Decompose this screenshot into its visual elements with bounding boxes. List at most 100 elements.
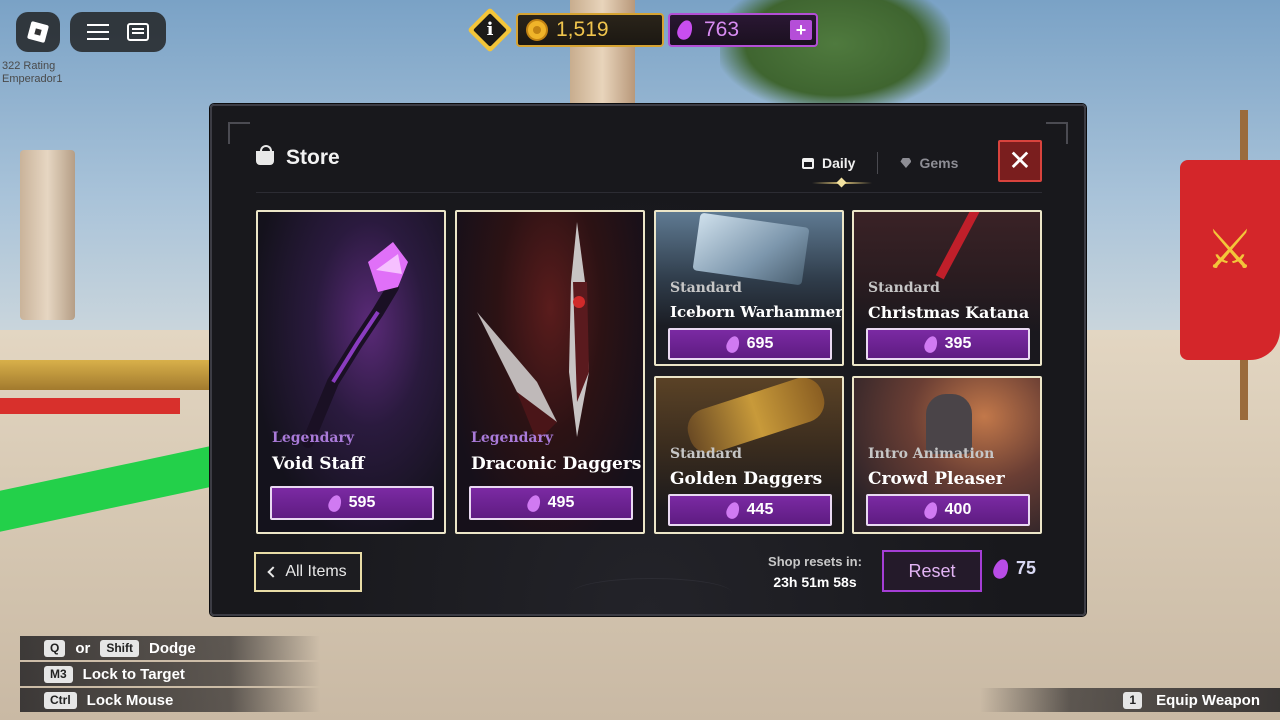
reset-cost-amount: 75 bbox=[1016, 558, 1037, 578]
store-item-christmas-katana[interactable]: Standard Christmas Katana 395 bbox=[852, 210, 1042, 366]
key-badge: 1 bbox=[1123, 691, 1143, 709]
roblox-logo-icon bbox=[26, 20, 50, 44]
gem-balance: 763 + bbox=[668, 13, 818, 47]
item-price: 495 bbox=[547, 494, 575, 511]
store-item-void-staff[interactable]: Legendary Void Staff 595 bbox=[256, 210, 446, 534]
footer-ornament bbox=[572, 578, 732, 608]
key-badge: Shift bbox=[100, 639, 140, 657]
rating-text: 322 Rating bbox=[2, 60, 56, 72]
left-pillar bbox=[20, 150, 75, 320]
coin-amount: 1,519 bbox=[556, 18, 609, 41]
calendar-icon bbox=[802, 157, 814, 169]
basket-icon bbox=[256, 145, 274, 165]
reset-cost: 75 bbox=[991, 556, 1037, 581]
gem-icon bbox=[326, 492, 344, 514]
item-name: Christmas Katana bbox=[868, 303, 1030, 322]
store-item-draconic-daggers[interactable]: Legendary Draconic Daggers 495 bbox=[455, 210, 645, 534]
tab-daily[interactable]: Daily bbox=[792, 152, 872, 184]
hint-lock-target: M3 Lock to Target bbox=[20, 662, 320, 686]
gem-icon bbox=[991, 556, 1011, 581]
item-price: 595 bbox=[348, 494, 376, 511]
gem-icon bbox=[525, 492, 543, 514]
info-icon[interactable]: i bbox=[474, 14, 506, 46]
roblox-menu-button[interactable] bbox=[16, 12, 60, 52]
close-button[interactable]: ✕ bbox=[998, 140, 1042, 182]
key-badge: Q bbox=[44, 639, 66, 657]
item-name: Void Staff bbox=[272, 454, 365, 474]
item-rarity: Intro Animation bbox=[868, 446, 995, 462]
tab-daily-label: Daily bbox=[822, 155, 856, 171]
item-price: 445 bbox=[746, 501, 774, 518]
coin-icon bbox=[526, 19, 548, 41]
all-items-label: All Items bbox=[285, 563, 347, 580]
crowd-pleaser-icon bbox=[926, 394, 972, 454]
buy-button[interactable]: 395 bbox=[866, 328, 1030, 360]
store-item-iceborn-warhammer[interactable]: Standard Iceborn Warhammer 695 bbox=[654, 210, 844, 366]
hint-dodge: Q or Shift Dodge bbox=[20, 636, 320, 660]
hint-action: Lock Mouse bbox=[86, 691, 174, 709]
item-name: Crowd Pleaser bbox=[868, 469, 1005, 489]
item-name: Draconic Daggers bbox=[471, 454, 642, 474]
draconic-daggers-icon bbox=[477, 222, 589, 442]
item-name: Iceborn Warhammer bbox=[670, 303, 844, 321]
hint-equip-weapon: 1 Equip Weapon bbox=[980, 688, 1280, 712]
store-tabs: Daily Gems bbox=[792, 152, 968, 184]
crossed-swords-icon: ⚔ bbox=[1205, 220, 1255, 280]
hint-joiner: or bbox=[75, 639, 91, 657]
item-price: 395 bbox=[944, 335, 972, 352]
hint-action: Lock to Target bbox=[82, 665, 185, 683]
gem-icon bbox=[922, 333, 940, 355]
item-rarity: Standard bbox=[868, 280, 940, 296]
tab-divider bbox=[877, 152, 879, 174]
gem-icon bbox=[675, 18, 695, 42]
coin-balance: 1,519 bbox=[516, 13, 664, 47]
item-art bbox=[457, 212, 643, 532]
gem-icon bbox=[922, 499, 940, 521]
hint-lock-mouse: Ctrl Lock Mouse bbox=[20, 688, 320, 712]
void-staff-icon bbox=[302, 242, 408, 448]
gem-icon bbox=[724, 333, 742, 355]
all-items-button[interactable]: All Items bbox=[254, 552, 362, 592]
item-price: 695 bbox=[746, 335, 774, 352]
buy-button[interactable]: 695 bbox=[668, 328, 832, 360]
shop-reset-label: Shop resets in: bbox=[768, 554, 862, 569]
item-name: Golden Daggers bbox=[670, 469, 823, 489]
chat-icon[interactable] bbox=[127, 23, 149, 41]
iceborn-warhammer-icon bbox=[692, 212, 810, 286]
store-item-crowd-pleaser[interactable]: Intro Animation Crowd Pleaser 400 bbox=[852, 376, 1042, 534]
hint-action: Equip Weapon bbox=[1156, 691, 1260, 709]
gold-railing bbox=[0, 360, 210, 390]
item-rarity: Standard bbox=[670, 446, 742, 462]
key-badge: M3 bbox=[44, 665, 73, 683]
buy-button[interactable]: 445 bbox=[668, 494, 832, 526]
gem-amount: 763 bbox=[704, 18, 740, 41]
buy-gems-button[interactable]: + bbox=[790, 20, 812, 40]
buy-button[interactable]: 400 bbox=[866, 494, 1030, 526]
item-rarity: Legendary bbox=[272, 430, 354, 446]
reset-button[interactable]: Reset bbox=[882, 550, 982, 592]
active-tab-indicator bbox=[812, 182, 872, 184]
tab-gems-label: Gems bbox=[919, 155, 959, 171]
item-rarity: Legendary bbox=[471, 430, 553, 446]
item-price: 400 bbox=[944, 501, 972, 518]
buy-button[interactable]: 495 bbox=[469, 486, 633, 520]
gem-icon bbox=[900, 158, 912, 168]
christmas-katana-icon bbox=[935, 212, 982, 280]
item-art bbox=[258, 212, 444, 532]
header-divider bbox=[256, 192, 1042, 193]
player-rating-tag: 322 Rating Emperador1 bbox=[2, 60, 63, 86]
key-badge: Ctrl bbox=[44, 691, 77, 709]
rating-player: Emperador1 bbox=[2, 73, 63, 85]
store-panel: Store Daily Gems ✕ Legendary Void Staff bbox=[210, 104, 1086, 616]
buy-button[interactable]: 595 bbox=[270, 486, 434, 520]
roblox-controls-pill bbox=[70, 12, 166, 52]
hamburger-menu-icon[interactable] bbox=[87, 24, 109, 40]
store-title: Store bbox=[286, 146, 340, 169]
hint-action: Dodge bbox=[149, 639, 196, 657]
store-header: Store bbox=[256, 145, 340, 170]
gem-icon bbox=[724, 499, 742, 521]
red-ledge bbox=[0, 398, 180, 414]
store-item-golden-daggers[interactable]: Standard Golden Daggers 445 bbox=[654, 376, 844, 534]
tab-gems[interactable]: Gems bbox=[890, 152, 968, 174]
item-rarity: Standard bbox=[670, 280, 742, 296]
